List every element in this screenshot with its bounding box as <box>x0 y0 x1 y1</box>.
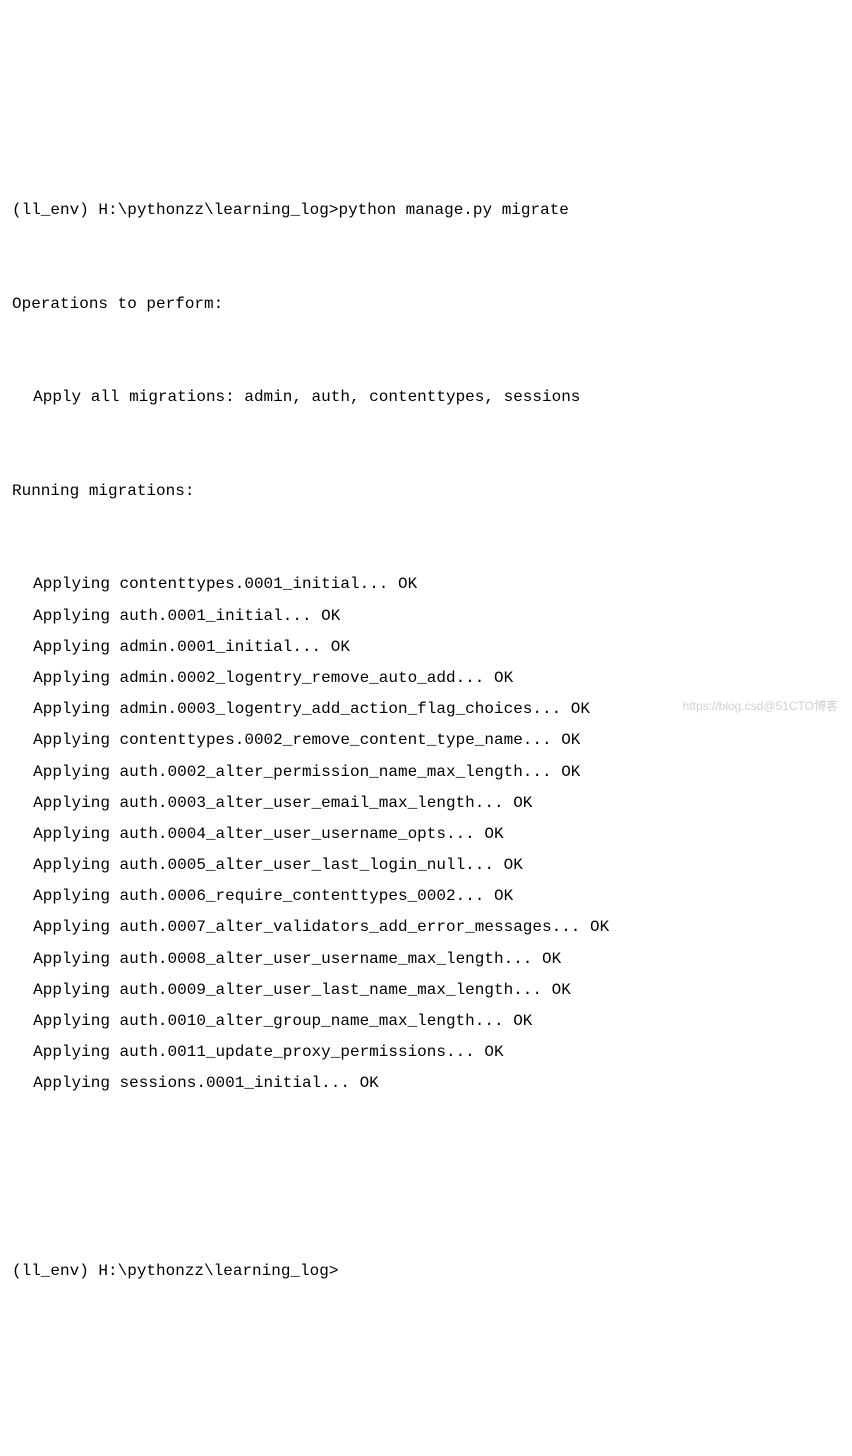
command-line: (ll_env) H:\pythonzz\learning_log>python… <box>12 195 840 226</box>
prompt-env: (ll_env) <box>12 201 89 219</box>
migration-line: Applying admin.0001_initial... OK <box>12 632 840 663</box>
blank-line <box>12 1162 840 1193</box>
prompt-path: H:\pythonzz\learning_log> <box>98 201 338 219</box>
migration-line: Applying auth.0010_alter_group_name_max_… <box>12 1006 840 1037</box>
operations-header: Operations to perform: <box>12 289 840 320</box>
migration-line: Applying auth.0011_update_proxy_permissi… <box>12 1037 840 1068</box>
migration-line: Applying contenttypes.0001_initial... OK <box>12 569 840 600</box>
watermark-text: https://blog.csd@51CTO博客 <box>683 695 838 718</box>
migration-line: Applying auth.0009_alter_user_last_name_… <box>12 975 840 1006</box>
apply-all-migrations: Apply all migrations: admin, auth, conte… <box>12 382 840 413</box>
migration-line: Applying auth.0008_alter_user_username_m… <box>12 944 840 975</box>
migration-line: Applying auth.0006_require_contenttypes_… <box>12 881 840 912</box>
migration-line: Applying auth.0002_alter_permission_name… <box>12 757 840 788</box>
migration-line: Applying auth.0004_alter_user_username_o… <box>12 819 840 850</box>
migration-line: Applying auth.0003_alter_user_email_max_… <box>12 788 840 819</box>
final-prompt: (ll_env) H:\pythonzz\learning_log> <box>12 1256 840 1287</box>
running-migrations-header: Running migrations: <box>12 476 840 507</box>
migration-line: Applying sessions.0001_initial... OK <box>12 1068 840 1099</box>
migration-line: Applying auth.0001_initial... OK <box>12 601 840 632</box>
migration-line: Applying auth.0007_alter_validators_add_… <box>12 912 840 943</box>
migration-line: Applying auth.0005_alter_user_last_login… <box>12 850 840 881</box>
terminal-output[interactable]: (ll_env) H:\pythonzz\learning_log>python… <box>12 133 840 1318</box>
migrations-list: Applying contenttypes.0001_initial... OK… <box>12 569 840 1099</box>
migration-line: Applying admin.0002_logentry_remove_auto… <box>12 663 840 694</box>
migration-line: Applying contenttypes.0002_remove_conten… <box>12 725 840 756</box>
command-text: python manage.py migrate <box>338 201 568 219</box>
